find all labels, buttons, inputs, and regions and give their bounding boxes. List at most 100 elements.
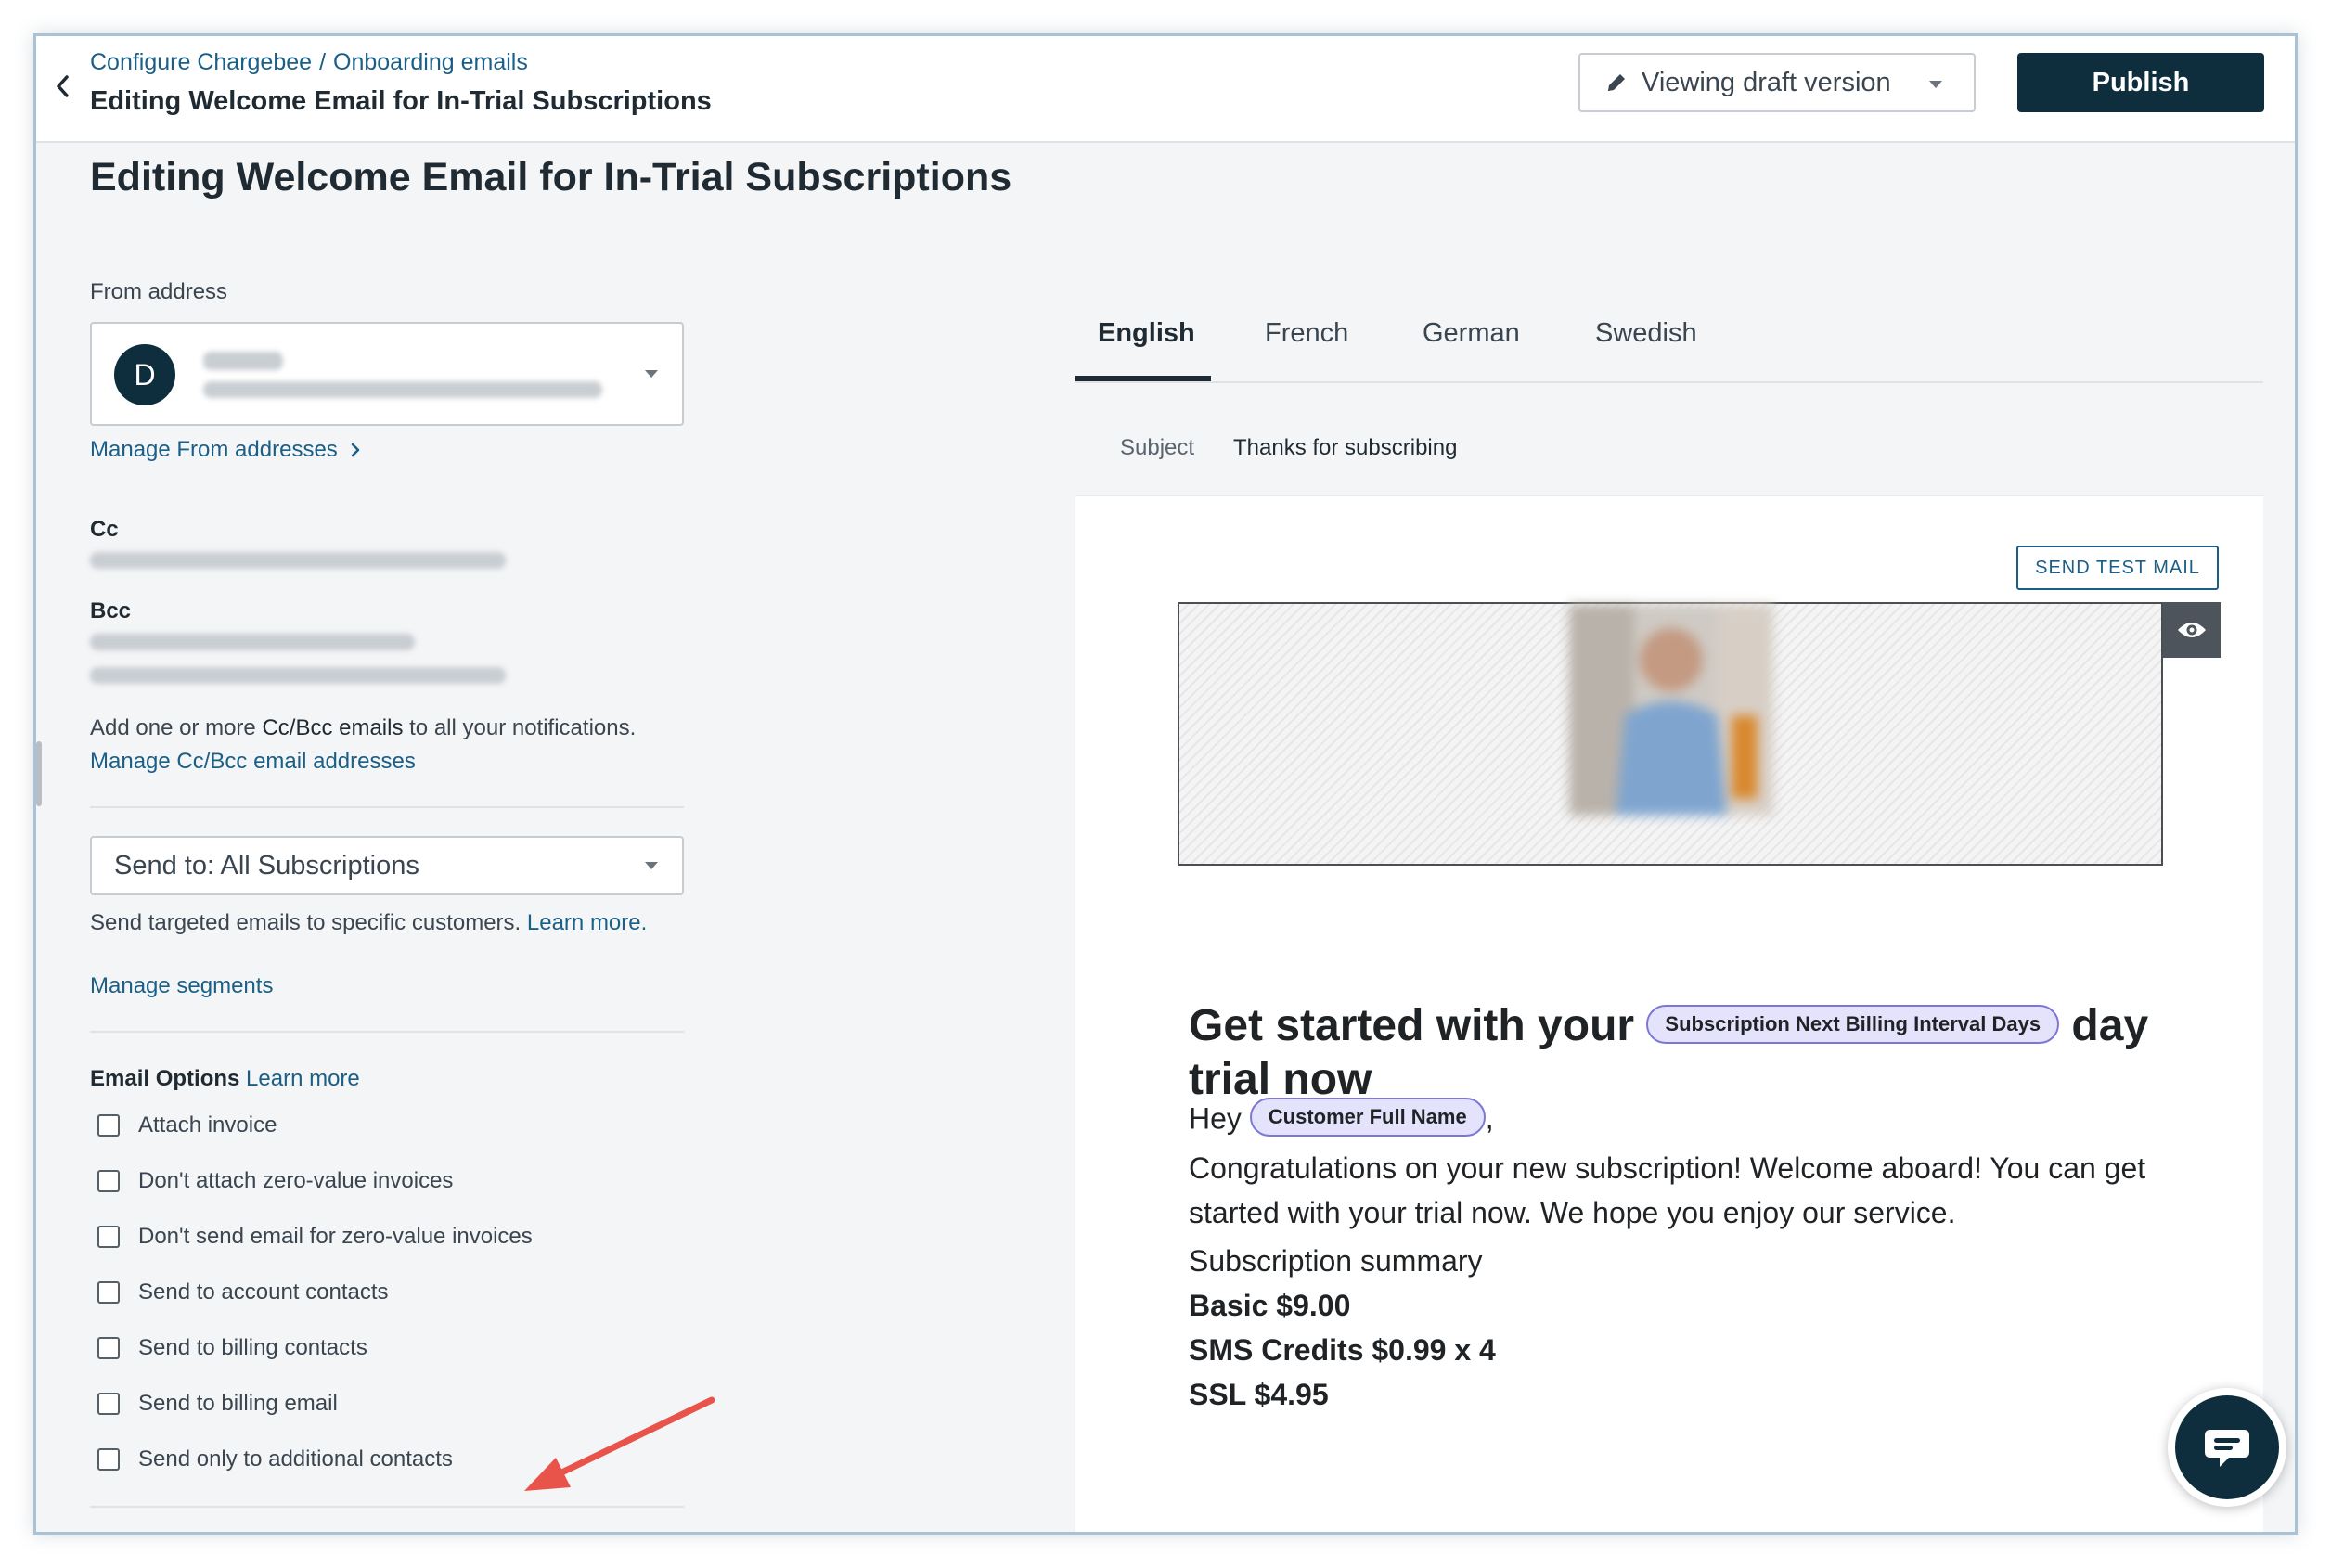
summary-title: Subscription summary [1189, 1244, 1483, 1278]
option-billing-contacts[interactable]: Send to billing contacts [97, 1335, 367, 1361]
version-select[interactable]: Viewing draft version [1578, 53, 1976, 112]
cc-label: Cc [90, 517, 119, 542]
from-address-label: From address [90, 279, 228, 304]
header-image-placeholder[interactable] [1178, 602, 2163, 866]
avatar: D [114, 344, 175, 405]
option-no-zero-value-attach[interactable]: Don't attach zero-value invoices [97, 1168, 453, 1194]
manage-from-label: Manage From addresses [90, 437, 338, 462]
checkbox[interactable] [97, 1114, 120, 1137]
cc-note-suffix: to all your notifications. [403, 715, 637, 740]
redacted-bcc-email-1 [90, 634, 415, 650]
cc-bcc-note: Add one or more Cc/Bcc emails to all you… [90, 715, 636, 741]
scrollbar-handle[interactable] [36, 741, 42, 806]
caret-down-icon [645, 862, 658, 869]
blurred-photo [1569, 604, 1773, 816]
divider [90, 806, 684, 808]
subscription-summary: Subscription summary Basic $9.00 SMS Cre… [1189, 1239, 1496, 1417]
checkbox[interactable] [97, 1448, 120, 1471]
back-button[interactable] [44, 62, 81, 110]
redacted-bcc-email-2 [90, 667, 506, 684]
tab-german[interactable]: German [1423, 318, 1520, 349]
summary-line: SMS Credits $0.99 x 4 [1189, 1333, 1496, 1367]
subject-value: Thanks for subscribing [1233, 435, 1458, 460]
option-label: Don't send email for zero-value invoices [138, 1224, 533, 1249]
chevron-left-icon [57, 75, 69, 97]
chat-icon [2205, 1430, 2249, 1467]
checkbox[interactable] [97, 1393, 120, 1415]
language-tabs: English French German Swedish [1075, 287, 2263, 383]
divider [90, 1031, 684, 1033]
manage-from-addresses-link[interactable]: Manage From addresses [90, 437, 360, 463]
redacted-sender-name [203, 352, 283, 370]
email-options-label: Email Options [90, 1066, 240, 1091]
option-label: Send only to additional contacts [138, 1446, 453, 1472]
eye-icon [2178, 623, 2206, 637]
send-test-mail-button[interactable]: SEND TEST MAIL [2016, 546, 2219, 590]
option-billing-email[interactable]: Send to billing email [97, 1391, 338, 1417]
caret-down-icon [645, 370, 658, 378]
email-headline: Get started with your Subscription Next … [1189, 999, 2191, 1107]
chat-launcher-button[interactable] [2168, 1388, 2286, 1507]
tab-french[interactable]: French [1265, 318, 1348, 349]
caret-down-icon [1929, 81, 1942, 88]
cc-note-prefix: Add one or more [90, 715, 263, 740]
subject-bar: Subject Thanks for subscribing [1075, 396, 2263, 496]
breadcrumb-onboarding-emails[interactable]: Onboarding emails [333, 49, 528, 76]
placeholder-chip-billing-interval[interactable]: Subscription Next Billing Interval Days [1646, 1005, 2060, 1045]
manage-segments-link[interactable]: Manage segments [90, 973, 273, 999]
targeted-note-text: Send targeted emails to specific custome… [90, 910, 522, 935]
subject-label: Subject [1120, 435, 1195, 460]
cc-note-emphasis: Cc/Bcc emails [262, 715, 404, 740]
divider [90, 1506, 684, 1508]
version-select-label: Viewing draft version [1642, 67, 1891, 97]
manage-cc-bcc-link[interactable]: Manage Cc/Bcc email addresses [90, 749, 416, 775]
email-preview-card: Subject Thanks for subscribing SEND TEST… [1075, 396, 2263, 1532]
targeted-emails-note: Send targeted emails to specific custome… [90, 910, 647, 936]
email-options-heading: Email Options Learn more [90, 1066, 360, 1092]
email-body-paragraph: Congratulations on your new subscription… [1189, 1151, 2146, 1229]
active-tab-indicator [1075, 376, 1211, 381]
page-title: Editing Welcome Email for In-Trial Subsc… [90, 155, 1012, 199]
send-to-select[interactable]: Send to: All Subscriptions [90, 836, 684, 895]
publish-button[interactable]: Publish [2017, 53, 2264, 112]
bcc-label: Bcc [90, 598, 132, 623]
placeholder-chip-customer-name[interactable]: Customer Full Name [1249, 1098, 1486, 1137]
option-label: Send to billing contacts [138, 1335, 367, 1360]
send-to-label: Send to: All Subscriptions [114, 850, 419, 880]
redacted-cc-email [90, 552, 506, 569]
checkbox[interactable] [97, 1337, 120, 1359]
app-window: Configure Chargebee / Onboarding emails … [33, 33, 2298, 1535]
learn-more-link[interactable]: Learn more. [527, 910, 647, 935]
email-greeting: Hey Customer Full Name, [1189, 1098, 1494, 1140]
option-additional-contacts-only[interactable]: Send only to additional contacts [97, 1446, 453, 1472]
chevron-right-icon [351, 443, 360, 457]
preview-toggle-button[interactable] [2163, 602, 2221, 658]
from-address-select[interactable]: D [90, 322, 684, 426]
breadcrumb-configure-chargebee[interactable]: Configure Chargebee [90, 49, 312, 76]
header-title: Editing Welcome Email for In-Trial Subsc… [90, 86, 712, 116]
pencil-icon [1608, 74, 1625, 91]
summary-line: Basic $9.00 [1189, 1289, 1351, 1322]
breadcrumb-separator: / [319, 49, 327, 75]
option-label: Don't attach zero-value invoices [138, 1168, 454, 1193]
email-options-learn-more-link[interactable]: Learn more [246, 1066, 360, 1091]
tab-english[interactable]: English [1098, 318, 1195, 349]
checkbox[interactable] [97, 1281, 120, 1304]
redacted-sender-email [203, 381, 602, 398]
tab-swedish[interactable]: Swedish [1595, 318, 1697, 349]
breadcrumb: Configure Chargebee / Onboarding emails [90, 49, 528, 76]
checkbox[interactable] [97, 1226, 120, 1248]
headline-text-before: Get started with your [1189, 1001, 1635, 1050]
summary-line: SSL $4.95 [1189, 1378, 1329, 1411]
greeting-text: Hey [1189, 1101, 1242, 1136]
option-no-zero-value-email[interactable]: Don't send email for zero-value invoices [97, 1224, 533, 1250]
greeting-suffix: , [1485, 1101, 1494, 1136]
option-label: Send to account contacts [138, 1279, 389, 1305]
top-bar: Configure Chargebee / Onboarding emails … [36, 36, 2295, 143]
option-account-contacts[interactable]: Send to account contacts [97, 1279, 389, 1305]
option-attach-invoice[interactable]: Attach invoice [97, 1112, 277, 1138]
option-label: Send to billing email [138, 1391, 338, 1416]
annotation-arrow-icon [524, 1396, 715, 1491]
checkbox[interactable] [97, 1170, 120, 1192]
option-label: Attach invoice [138, 1112, 277, 1137]
